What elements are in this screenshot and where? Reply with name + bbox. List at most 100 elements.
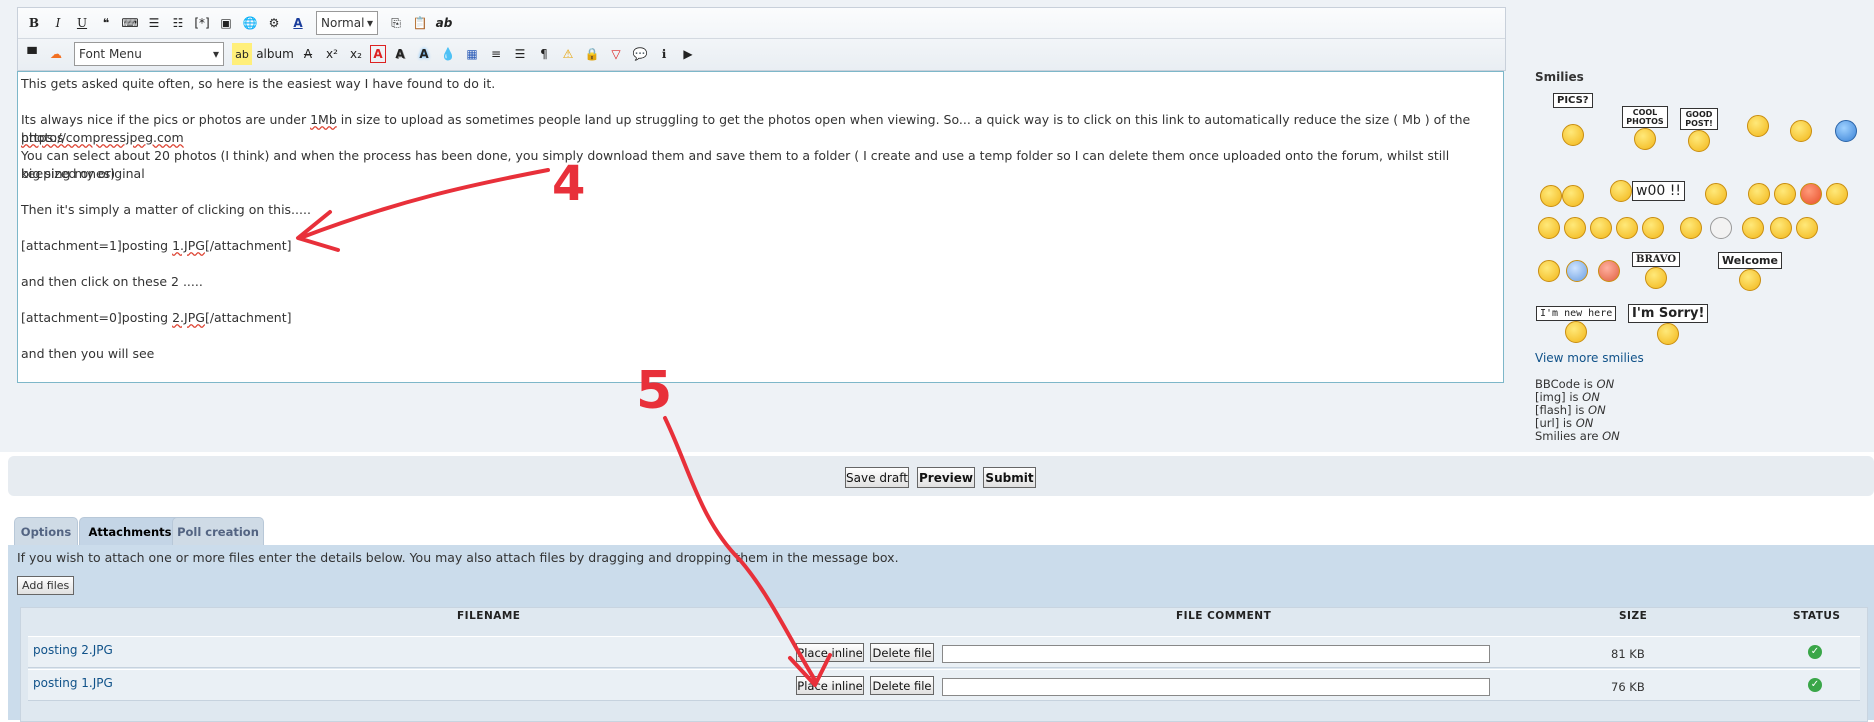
warning-icon[interactable]: ⚠ xyxy=(558,43,578,65)
smiley-sleep[interactable] xyxy=(1796,217,1818,239)
code-icon[interactable]: ⌨ xyxy=(120,12,140,34)
flash-icon[interactable]: ⚙ xyxy=(264,12,284,34)
smiley-cool[interactable] xyxy=(1616,217,1638,239)
flash-status-value: ON xyxy=(1588,403,1606,417)
paste-icon[interactable]: 📋 xyxy=(410,12,430,34)
smiley-thumbs[interactable] xyxy=(1538,260,1560,282)
message-textarea[interactable]: This gets asked quite often, so here is … xyxy=(17,71,1504,383)
place-inline-button[interactable]: Place inline xyxy=(796,676,864,695)
smiley-blue[interactable] xyxy=(1835,120,1857,142)
smiley-party[interactable] xyxy=(1540,185,1584,207)
copy-icon[interactable]: ⎘ xyxy=(386,12,406,34)
smiley-face-icon xyxy=(1835,120,1857,142)
direction-icon[interactable]: ¶ xyxy=(534,43,554,65)
smiley-thumbsup[interactable] xyxy=(1566,260,1588,282)
underline-button[interactable]: U xyxy=(72,12,92,34)
smiley-wink[interactable] xyxy=(1564,217,1586,239)
gradient-icon[interactable]: ▦ xyxy=(462,43,482,65)
attachment-filename[interactable]: posting 1.JPG xyxy=(33,676,113,690)
play-icon[interactable]: ▶ xyxy=(678,43,698,65)
flag-icon[interactable]: ▀ xyxy=(22,43,42,65)
smiley-tongue[interactable] xyxy=(1770,217,1792,239)
smiley-welcome[interactable]: Welcome xyxy=(1718,252,1782,291)
smiley-rolleyes[interactable] xyxy=(1642,217,1664,239)
italic-button[interactable]: I xyxy=(48,12,68,34)
smiley-mad[interactable] xyxy=(1800,183,1822,205)
outline-text-icon[interactable]: A xyxy=(370,45,386,63)
drop-icon[interactable]: 💧 xyxy=(438,43,458,65)
smiley-sign: Welcome xyxy=(1718,252,1782,269)
delete-file-button[interactable]: Delete file xyxy=(870,676,934,695)
smiley-grin[interactable] xyxy=(1748,183,1770,205)
smiley-shock[interactable] xyxy=(1538,217,1560,239)
glow-text-icon[interactable]: A xyxy=(414,43,434,65)
save-draft-button[interactable]: Save draft xyxy=(845,467,909,488)
tab-options[interactable]: Options xyxy=(14,517,78,545)
filename-header: FILENAME xyxy=(457,610,521,622)
smiley-cool-photos[interactable]: COOL PHOTOS xyxy=(1622,106,1668,150)
smiley-bravo[interactable]: BRAVO xyxy=(1632,252,1681,289)
file-comment-input[interactable] xyxy=(942,678,1490,696)
font-size-select[interactable]: Normal ▾ xyxy=(316,11,378,35)
bold-button[interactable]: B xyxy=(24,12,44,34)
place-inline-button[interactable]: Place inline xyxy=(796,643,864,662)
list-item-button[interactable]: [*] xyxy=(192,12,212,34)
shadow-text-icon[interactable]: A xyxy=(390,43,410,65)
font-family-select[interactable]: Font Menu ▾ xyxy=(74,42,224,66)
smiley-confused[interactable] xyxy=(1590,217,1612,239)
preview-button[interactable]: Preview xyxy=(917,467,975,488)
numbered-list-icon[interactable]: ☷ xyxy=(168,12,188,34)
add-files-button[interactable]: Add files xyxy=(17,576,75,595)
view-more-smilies-link[interactable]: View more smilies xyxy=(1535,351,1644,365)
smiley-woo[interactable]: w00 !! xyxy=(1610,180,1685,202)
smiley-crying[interactable] xyxy=(1742,217,1764,239)
submit-button[interactable]: Submit xyxy=(983,467,1036,488)
info-icon[interactable]: ℹ xyxy=(654,43,674,65)
bbcode-toolbar: B I U ❝ ⌨ ☰ ☷ [*] ▣ 🌐 ⚙ A Normal ▾ ⎘ 📋 ab… xyxy=(17,7,1506,71)
editor-text: 1Mb xyxy=(310,112,337,127)
highlight-icon[interactable]: ab xyxy=(232,43,252,65)
album-button[interactable]: album xyxy=(256,43,294,65)
size-header: SIZE xyxy=(1619,610,1648,622)
smiley-laugh[interactable] xyxy=(1774,183,1796,205)
font-color-icon[interactable]: A xyxy=(288,12,308,34)
smiley-good-post[interactable]: GOOD POST! xyxy=(1680,108,1718,152)
smiley-flower[interactable] xyxy=(1598,260,1620,282)
strike-icon[interactable]: A xyxy=(298,43,318,65)
subscript-icon[interactable]: x₂ xyxy=(346,43,366,65)
smiley-banana[interactable] xyxy=(1747,115,1769,137)
link-icon[interactable]: 🌐 xyxy=(240,12,260,34)
spoiler-icon[interactable]: ▽ xyxy=(606,43,626,65)
soundcloud-icon[interactable]: ☁ xyxy=(46,43,66,65)
delete-file-button[interactable]: Delete file xyxy=(870,643,934,662)
lock-icon[interactable]: 🔒 xyxy=(582,43,602,65)
speech-icon[interactable]: 💬 xyxy=(630,43,650,65)
quote-icon[interactable]: ❝ xyxy=(96,12,116,34)
spellcheck-icon[interactable]: ab xyxy=(434,12,454,34)
smiley-pics[interactable]: PICS? xyxy=(1553,93,1593,146)
smiley-sorry[interactable]: I'm Sorry! xyxy=(1628,304,1709,345)
font-family-value: Font Menu xyxy=(79,47,142,61)
smilies-status-value: ON xyxy=(1602,429,1620,443)
smiley-new-here[interactable]: I'm new here xyxy=(1536,306,1617,343)
align-center-icon[interactable]: ≡ xyxy=(486,43,506,65)
toolbar-row-2: ▀ ☁ Font Menu ▾ ab album A x² x₂ A A A 💧 … xyxy=(18,39,1505,69)
superscript-icon[interactable]: x² xyxy=(322,43,342,65)
smiley-sign: I'm Sorry! xyxy=(1628,304,1709,323)
attachment-filename[interactable]: posting 2.JPG xyxy=(33,643,113,657)
status-ok-icon: ✓ xyxy=(1808,678,1822,692)
smiley-pray[interactable] xyxy=(1680,217,1702,239)
tab-attachments[interactable]: Attachments xyxy=(79,517,181,546)
smiley-drink[interactable] xyxy=(1790,120,1812,142)
bullet-list-icon[interactable]: ☰ xyxy=(144,12,164,34)
image-icon[interactable]: ▣ xyxy=(216,12,236,34)
smiley-ghost[interactable] xyxy=(1710,217,1732,239)
editor-line: and then click on these 2 ..... xyxy=(21,274,203,289)
file-comment-input[interactable] xyxy=(942,645,1490,663)
smiley-smile[interactable] xyxy=(1826,183,1848,205)
editor-line: https://compressjpeg.com xyxy=(21,129,1499,147)
smiley-100[interactable] xyxy=(1705,183,1727,205)
smiley-face-icon xyxy=(1562,185,1584,207)
align-justify-icon[interactable]: ☰ xyxy=(510,43,530,65)
tab-poll-creation[interactable]: Poll creation xyxy=(172,517,264,545)
